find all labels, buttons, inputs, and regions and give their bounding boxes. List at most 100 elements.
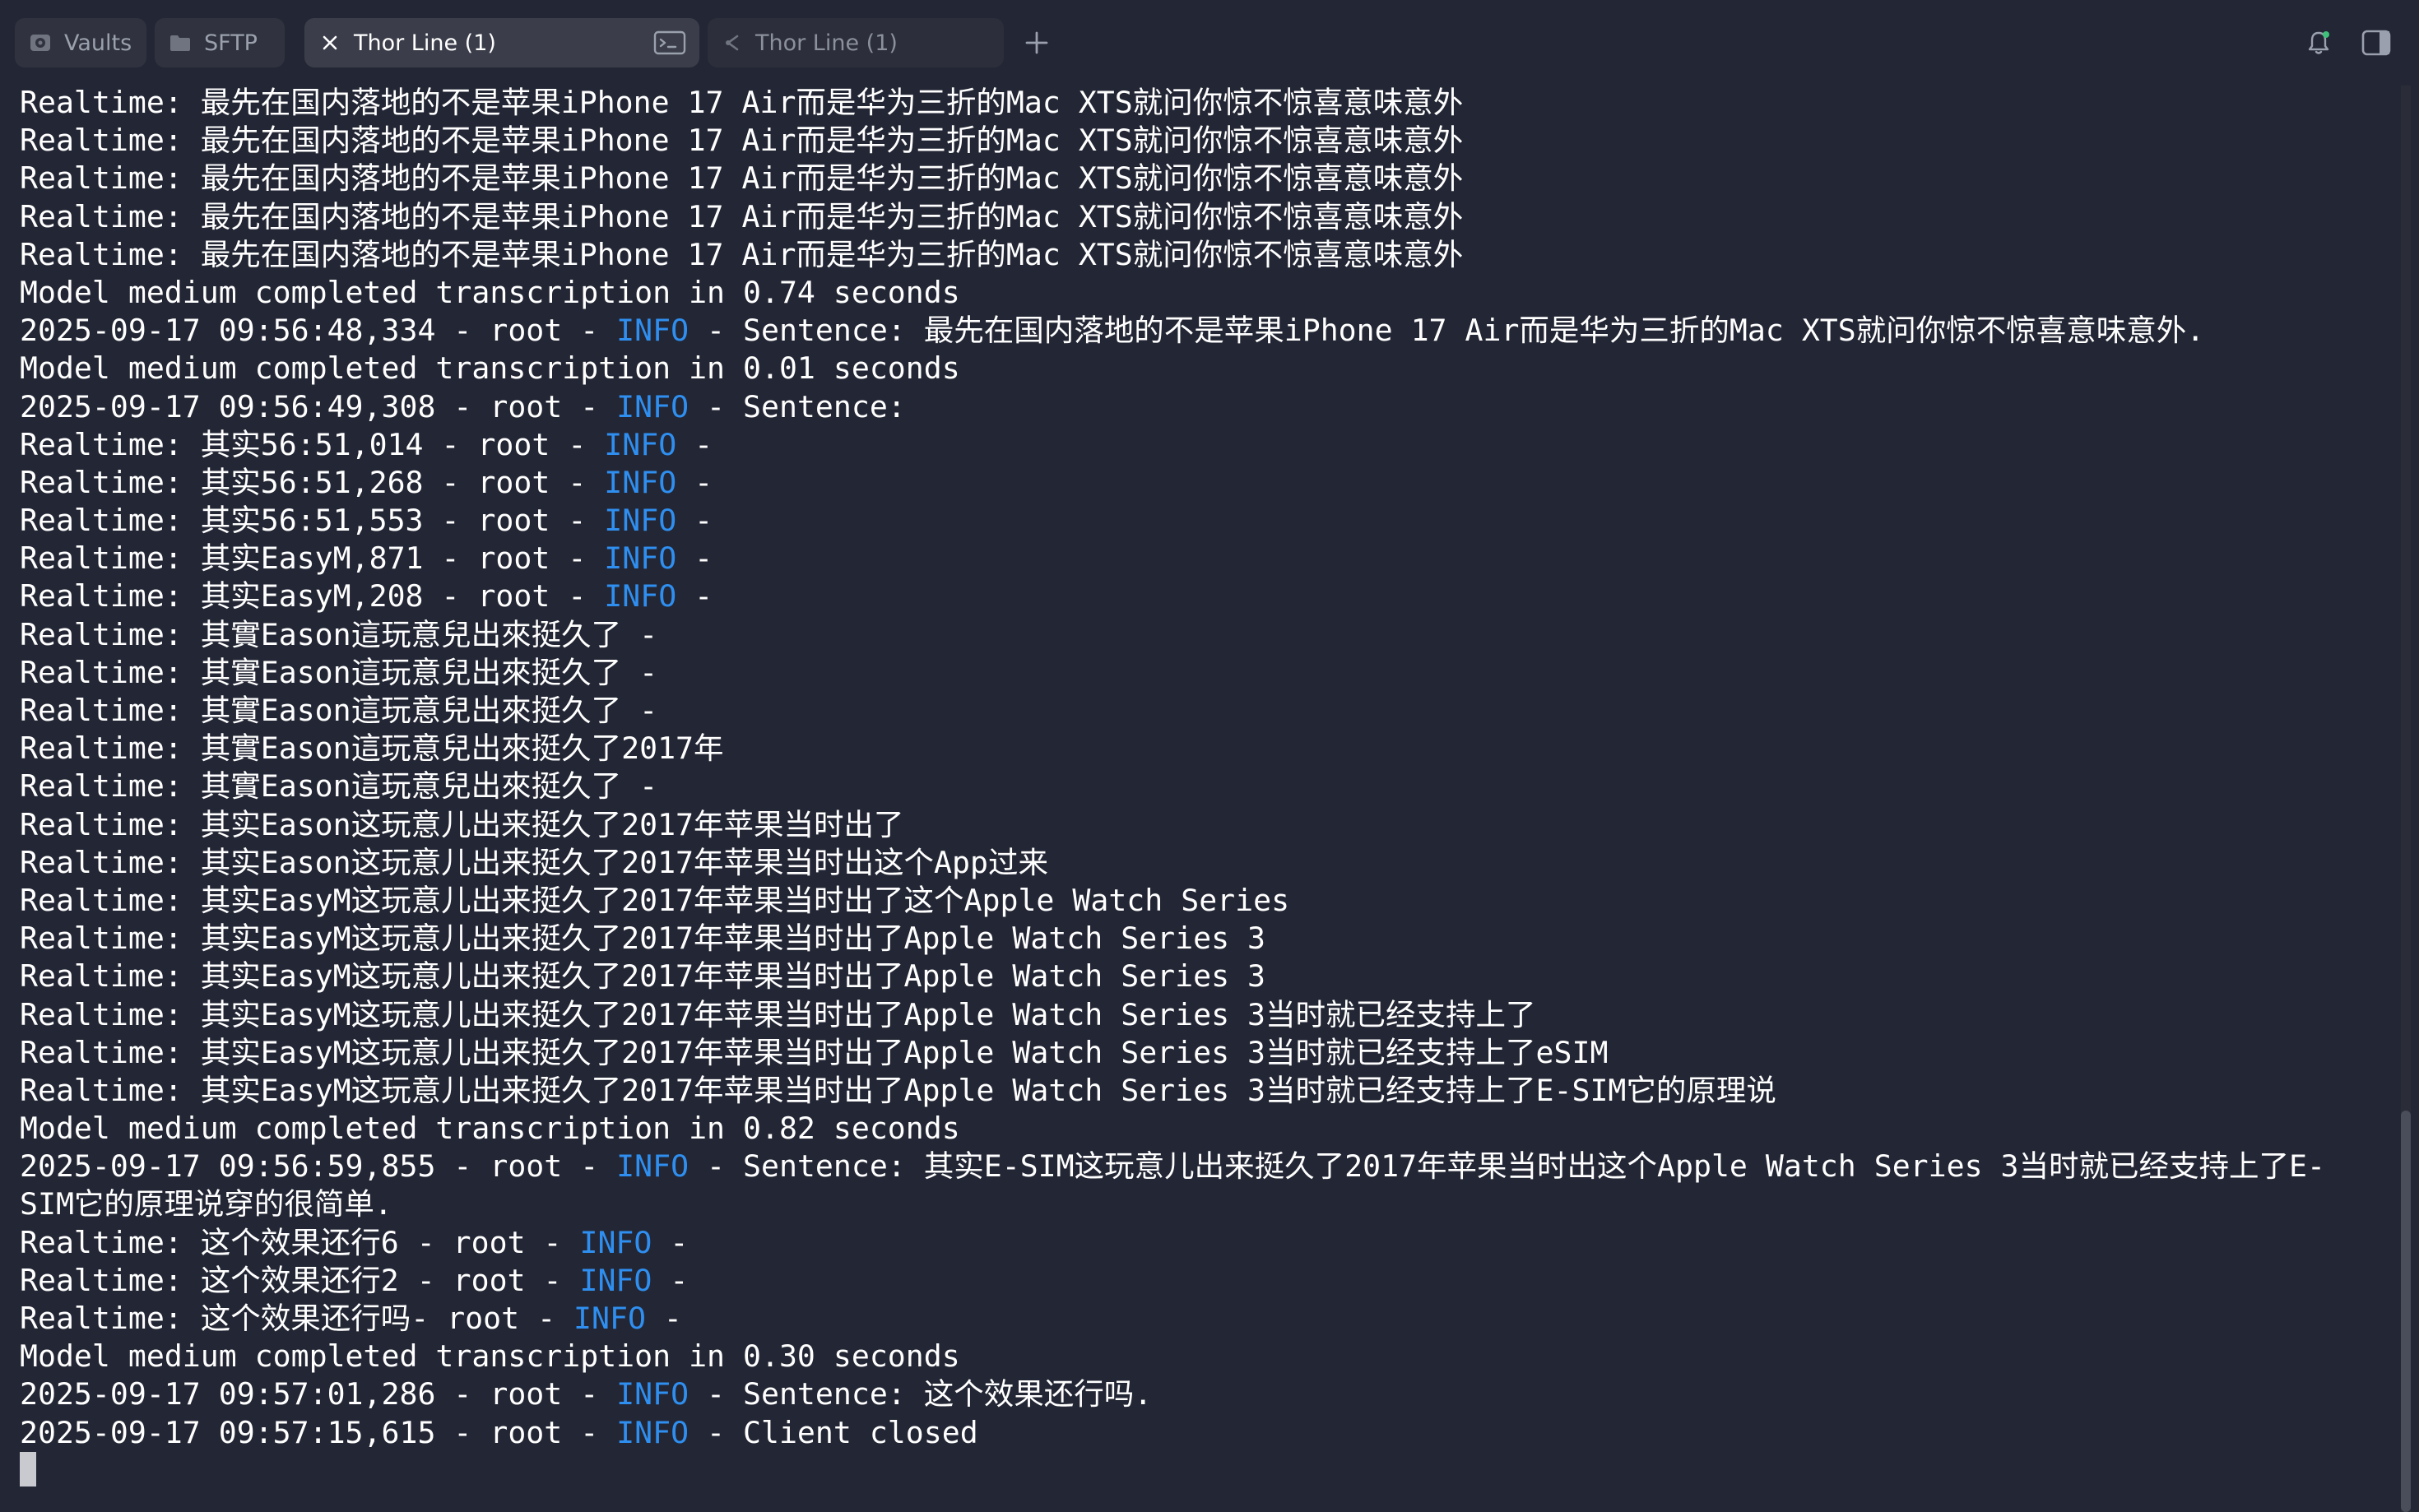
line-text: Realtime: 其實Eason這玩意兒出來挺久了 - [20, 654, 658, 690]
terminal-output[interactable]: Realtime: 最先在国内落地的不是苹果iPhone 17 Air而是华为三… [20, 84, 2389, 1499]
line-text: Realtime: 其实EasyM,871 - root - [20, 540, 605, 577]
line-text: Model medium completed transcription in … [20, 1111, 960, 1147]
folder-icon [168, 30, 193, 55]
terminal-line: Realtime: 最先在国内落地的不是苹果iPhone 17 Air而是华为三… [20, 122, 2389, 160]
line-text: 2025-09-17 09:57:01,286 - root - [20, 1376, 617, 1412]
line-text: Realtime: 其实Eason这玩意儿出来挺久了2017年苹果当时出了 [20, 806, 904, 842]
line-text: Realtime: 其实EasyM这玩意儿出来挺久了2017年苹果当时出了App… [20, 1072, 1776, 1108]
tab-label: SFTP [204, 30, 258, 56]
log-level-info: INFO [616, 1414, 689, 1450]
line-text: Realtime: 其实56:51,553 - root - [20, 503, 605, 539]
terminal-line: Realtime: 其实EasyM这玩意儿出来挺久了2017年苹果当时出了App… [20, 958, 2389, 995]
line-text: 2025-09-17 09:56:59,855 - root - [20, 1148, 617, 1185]
line-text: 2025-09-17 09:57:15,615 - root - [20, 1414, 617, 1450]
line-text: Realtime: 其实EasyM,208 - root - [20, 578, 605, 615]
terminal-line: Realtime: 其實Eason這玩意兒出來挺久了 - [20, 616, 2389, 654]
tab-bar: Vaults SFTP Thor Line (1) Thor Line (1) [0, 0, 2419, 86]
terminal-icon[interactable] [653, 30, 686, 56]
terminal-line: Realtime: 其实56:51,268 - root - INFO - [20, 464, 2389, 502]
line-text: - [652, 1262, 689, 1298]
line-text: Model medium completed transcription in … [20, 1338, 960, 1375]
terminal-line: 2025-09-17 09:57:01,286 - root - INFO - … [20, 1375, 2389, 1413]
line-text: Realtime: 最先在国内落地的不是苹果iPhone 17 Air而是华为三… [20, 236, 1464, 272]
line-text: Model medium completed transcription in … [20, 350, 960, 387]
terminal-line: Realtime: 最先在国内落地的不是苹果iPhone 17 Air而是华为三… [20, 160, 2389, 197]
terminal-line: 2025-09-17 09:56:48,334 - root - INFO - … [20, 312, 2389, 350]
terminal-line: Realtime: 其实56:51,014 - root - INFO - [20, 426, 2389, 464]
log-level-info: INFO [604, 503, 677, 539]
terminal-line: Realtime: 其实EasyM这玩意儿出来挺久了2017年苹果当时出了App… [20, 1072, 2389, 1110]
tab-label: Thor Line (1) [755, 30, 898, 56]
new-tab-plus-icon[interactable] [1020, 26, 1053, 59]
terminal-line: Model medium completed transcription in … [20, 274, 2389, 312]
line-text: - [652, 1224, 689, 1260]
tab-vaults[interactable]: Vaults [15, 18, 146, 67]
line-text: Realtime: 最先在国内落地的不是苹果iPhone 17 Air而是华为三… [20, 160, 1464, 197]
terminal-line: Realtime: 其实EasyM这玩意儿出来挺久了2017年苹果当时出了App… [20, 1034, 2389, 1072]
notification-bell-icon[interactable] [2304, 28, 2333, 58]
ssh-icon [721, 31, 744, 54]
line-text: - [676, 540, 713, 577]
terminal-scrollbar[interactable] [2401, 86, 2411, 1512]
terminal-line: Realtime: 其实EasyM这玩意儿出来挺久了2017年苹果当时出了App… [20, 996, 2389, 1034]
log-level-info: INFO [616, 313, 689, 349]
line-text: Realtime: 其实EasyM这玩意儿出来挺久了2017年苹果当时出了App… [20, 921, 1266, 957]
terminal-line: Realtime: 其實Eason這玩意兒出來挺久了2017年 [20, 730, 2389, 768]
line-text: Realtime: 这个效果还行吗- root - [20, 1301, 574, 1336]
terminal-line: Realtime: 其實Eason這玩意兒出來挺久了 - [20, 692, 2389, 730]
vault-icon [28, 30, 53, 55]
line-text: Realtime: 其實Eason這玩意兒出來挺久了 - [20, 693, 658, 728]
terminal-line: Realtime: 其实Eason这玩意儿出来挺久了2017年苹果当时出这个Ap… [20, 844, 2389, 882]
scrollbar-thumb[interactable] [2401, 1111, 2411, 1512]
terminal-line: 2025-09-17 09:56:49,308 - root - INFO - … [20, 388, 2389, 426]
terminal-line: Realtime: 最先在国内落地的不是苹果iPhone 17 Air而是华为三… [20, 198, 2389, 236]
terminal-line: Realtime: 最先在国内落地的不是苹果iPhone 17 Air而是华为三… [20, 236, 2389, 274]
log-level-info: INFO [616, 388, 689, 424]
line-text: Model medium completed transcription in … [20, 274, 960, 310]
line-text: - Sentence: [689, 388, 906, 424]
line-text: Realtime: 最先在国内落地的不是苹果iPhone 17 Air而是华为三… [20, 123, 1464, 159]
line-text: - Client closed [689, 1414, 978, 1450]
tab-thor-line[interactable]: Thor Line (1) [708, 18, 1004, 67]
prompt-line[interactable] [20, 1451, 2389, 1490]
terminal-line: Realtime: 最先在国内落地的不是苹果iPhone 17 Air而是华为三… [20, 84, 2389, 122]
close-icon[interactable] [318, 30, 342, 55]
line-text: - [645, 1301, 682, 1336]
log-level-info: INFO [604, 540, 677, 577]
line-text: Realtime: 其实EasyM这玩意儿出来挺久了2017年苹果当时出了App… [20, 1034, 1609, 1070]
line-text: SIM它的原理说穿的很简单. [20, 1186, 392, 1222]
terminal-line: 2025-09-17 09:56:59,855 - root - INFO - … [20, 1148, 2389, 1185]
line-text: - [676, 503, 713, 539]
log-level-info: INFO [604, 464, 677, 500]
tab-thor-line-active[interactable]: Thor Line (1) [304, 18, 699, 67]
line-text: Realtime: 其实EasyM这玩意儿出来挺久了2017年苹果当时出了App… [20, 958, 1266, 995]
tab-label: Vaults [64, 30, 132, 56]
terminal-line: Realtime: 其实EasyM,208 - root - INFO - [20, 577, 2389, 615]
terminal-line: Realtime: 其实EasyM这玩意儿出来挺久了2017年苹果当时出了这个A… [20, 882, 2389, 920]
line-text: Realtime: 这个效果还行6 - root - [20, 1224, 580, 1260]
terminal-line: SIM它的原理说穿的很简单. [20, 1185, 2389, 1223]
line-text: - Sentence: 这个效果还行吗. [689, 1376, 1153, 1412]
terminal-line: Realtime: 其实EasyM这玩意儿出来挺久了2017年苹果当时出了App… [20, 920, 2389, 958]
tab-label: Thor Line (1) [354, 30, 496, 56]
side-panel-icon[interactable] [2360, 26, 2393, 59]
log-level-info: INFO [579, 1262, 652, 1298]
line-text: Realtime: 这个效果还行2 - root - [20, 1262, 580, 1298]
log-level-info: INFO [616, 1148, 689, 1185]
text-cursor [20, 1451, 36, 1486]
log-level-info: INFO [573, 1301, 646, 1336]
log-level-info: INFO [604, 578, 677, 615]
line-text: - [676, 426, 713, 462]
line-text: - [676, 578, 713, 615]
line-text: Realtime: 其实EasyM这玩意儿出来挺久了2017年苹果当时出了App… [20, 996, 1536, 1032]
line-text: - Sentence: 最先在国内落地的不是苹果iPhone 17 Air而是华… [689, 313, 2205, 349]
line-text: Realtime: 其實Eason這玩意兒出來挺久了2017年 [20, 730, 724, 767]
terminal-line: Realtime: 这个效果还行6 - root - INFO - [20, 1224, 2389, 1262]
terminal-line: Realtime: 这个效果还行2 - root - INFO - [20, 1262, 2389, 1300]
log-level-info: INFO [616, 1376, 689, 1412]
terminal-line: Realtime: 其實Eason這玩意兒出來挺久了 - [20, 768, 2389, 805]
tab-sftp[interactable]: SFTP [155, 18, 285, 67]
line-text: Realtime: 最先在国内落地的不是苹果iPhone 17 Air而是华为三… [20, 198, 1464, 234]
line-text: Realtime: 其实Eason这玩意儿出来挺久了2017年苹果当时出这个Ap… [20, 844, 1048, 880]
terminal-line: Realtime: 其實Eason這玩意兒出來挺久了 - [20, 654, 2389, 692]
